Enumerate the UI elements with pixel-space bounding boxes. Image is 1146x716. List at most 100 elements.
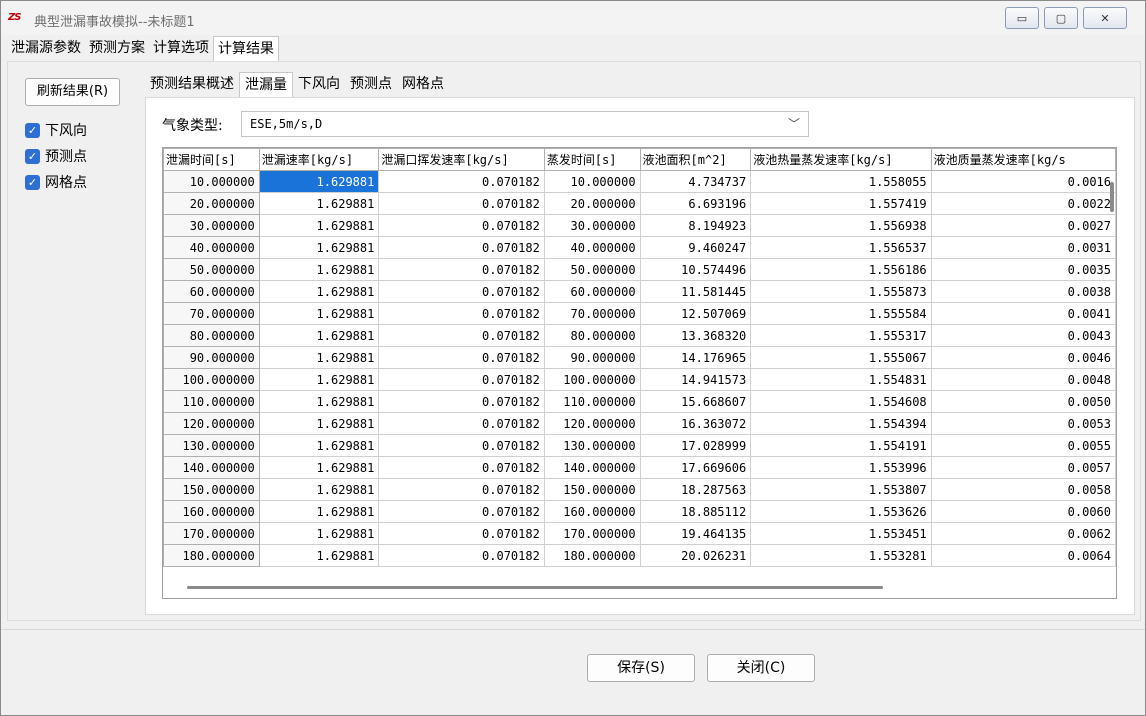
table-cell[interactable]: 1.629881 <box>258 170 380 193</box>
table-cell[interactable]: 1.555067 <box>750 346 932 369</box>
table-cell[interactable]: 0.070182 <box>378 346 545 369</box>
row-header-cell[interactable]: 120.000000 <box>163 412 260 435</box>
table-cell[interactable]: 0.0064 <box>930 544 1116 567</box>
table-cell[interactable]: 1.556537 <box>750 236 932 259</box>
table-cell[interactable]: 70.000000 <box>543 302 641 325</box>
table-cell[interactable]: 14.176965 <box>639 346 752 369</box>
vertical-scrollbar[interactable] <box>1110 182 1114 212</box>
table-row[interactable]: 20.000000 1.629881 0.070182 20.000000 6.6931… <box>163 192 1116 215</box>
table-cell[interactable]: 16.363072 <box>639 412 752 435</box>
table-cell[interactable]: 110.000000 <box>543 390 641 413</box>
table-cell[interactable]: 18.885112 <box>639 500 752 523</box>
table-cell[interactable]: 1.629881 <box>258 324 380 347</box>
table-row[interactable]: 120.000000 1.629881 0.070182 120.000000 16.3… <box>163 412 1116 435</box>
tab-calc-options[interactable]: 计算选项 <box>149 36 213 61</box>
table-cell[interactable]: 0.0041 <box>930 302 1116 325</box>
table-cell[interactable]: 1.629881 <box>258 192 380 215</box>
row-header-cell[interactable]: 130.000000 <box>163 434 260 457</box>
table-cell[interactable]: 11.581445 <box>639 280 752 303</box>
column-header[interactable]: 液池质量蒸发速率[kg/s <box>930 148 1116 171</box>
table-cell[interactable]: 14.941573 <box>639 368 752 391</box>
table-cell[interactable]: 1.629881 <box>258 280 380 303</box>
table-cell[interactable]: 6.693196 <box>639 192 752 215</box>
save-button[interactable]: 保存(S) <box>587 654 695 682</box>
table-cell[interactable]: 0.0016 <box>930 170 1116 193</box>
table-cell[interactable]: 1.629881 <box>258 302 380 325</box>
table-cell[interactable]: 1.629881 <box>258 500 380 523</box>
row-header-cell[interactable]: 10.000000 <box>163 170 260 193</box>
table-cell[interactable]: 9.460247 <box>639 236 752 259</box>
table-cell[interactable]: 0.0057 <box>930 456 1116 479</box>
table-cell[interactable]: 120.000000 <box>543 412 641 435</box>
table-cell[interactable]: 0.070182 <box>378 522 545 545</box>
tab-grid-points[interactable]: 网格点 <box>397 72 449 97</box>
row-header-cell[interactable]: 80.000000 <box>163 324 260 347</box>
table-cell[interactable]: 8.194923 <box>639 214 752 237</box>
table-row[interactable]: 60.000000 1.629881 0.070182 60.000000 11.581… <box>163 280 1116 303</box>
table-row[interactable]: 40.000000 1.629881 0.070182 40.000000 9.4602… <box>163 236 1116 259</box>
table-cell[interactable]: 1.629881 <box>258 456 380 479</box>
table-cell[interactable]: 30.000000 <box>543 214 641 237</box>
column-header[interactable]: 泄漏口挥发速率[kg/s] <box>378 148 545 171</box>
table-cell[interactable]: 80.000000 <box>543 324 641 347</box>
horizontal-scrollbar[interactable] <box>187 586 883 589</box>
table-cell[interactable]: 90.000000 <box>543 346 641 369</box>
table-cell[interactable]: 0.070182 <box>378 390 545 413</box>
table-cell[interactable]: 1.554608 <box>750 390 932 413</box>
table-cell[interactable]: 4.734737 <box>639 170 752 193</box>
table-cell[interactable]: 0.070182 <box>378 258 545 281</box>
table-cell[interactable]: 0.0050 <box>930 390 1116 413</box>
table-row[interactable]: 50.000000 1.629881 0.070182 50.000000 10.574… <box>163 258 1116 281</box>
row-header-cell[interactable]: 170.000000 <box>163 522 260 545</box>
table-cell[interactable]: 100.000000 <box>543 368 641 391</box>
table-cell[interactable]: 0.070182 <box>378 236 545 259</box>
table-row[interactable]: 70.000000 1.629881 0.070182 70.000000 12.507… <box>163 302 1116 325</box>
row-header-cell[interactable]: 30.000000 <box>163 214 260 237</box>
close-window-button[interactable]: ✕ <box>1083 7 1127 29</box>
maximize-button[interactable]: ▢ <box>1044 7 1078 29</box>
table-cell[interactable]: 0.0043 <box>930 324 1116 347</box>
table-cell[interactable]: 0.0053 <box>930 412 1116 435</box>
table-cell[interactable]: 19.464135 <box>639 522 752 545</box>
table-cell[interactable]: 1.557419 <box>750 192 932 215</box>
table-cell[interactable]: 40.000000 <box>543 236 641 259</box>
table-row[interactable]: 140.000000 1.629881 0.070182 140.000000 17.6… <box>163 456 1116 479</box>
row-header-cell[interactable]: 140.000000 <box>163 456 260 479</box>
table-row[interactable]: 180.000000 1.629881 0.070182 180.000000 20.0… <box>163 544 1116 567</box>
table-cell[interactable]: 1.629881 <box>258 214 380 237</box>
table-cell[interactable]: 0.070182 <box>378 302 545 325</box>
table-cell[interactable]: 0.0022 <box>930 192 1116 215</box>
table-row[interactable]: 10.000000 1.629881 0.070182 10.000000 4.7347… <box>163 170 1116 193</box>
table-cell[interactable]: 1.553807 <box>750 478 932 501</box>
column-header[interactable]: 蒸发时间[s] <box>543 148 641 171</box>
table-cell[interactable]: 1.553626 <box>750 500 932 523</box>
table-row[interactable]: 130.000000 1.629881 0.070182 130.000000 17.0… <box>163 434 1116 457</box>
row-header-cell[interactable]: 50.000000 <box>163 258 260 281</box>
row-header-cell[interactable]: 110.000000 <box>163 390 260 413</box>
table-cell[interactable]: 18.287563 <box>639 478 752 501</box>
table-cell[interactable]: 20.000000 <box>543 192 641 215</box>
table-cell[interactable]: 0.0046 <box>930 346 1116 369</box>
table-cell[interactable]: 20.026231 <box>639 544 752 567</box>
close-button[interactable]: 关闭(C) <box>707 654 815 682</box>
row-header-cell[interactable]: 70.000000 <box>163 302 260 325</box>
table-cell[interactable]: 1.629881 <box>258 258 380 281</box>
minimize-button[interactable]: ▭ <box>1005 7 1039 29</box>
table-cell[interactable]: 140.000000 <box>543 456 641 479</box>
tab-leak-source-params[interactable]: 泄漏源参数 <box>7 36 85 61</box>
table-cell[interactable]: 0.0058 <box>930 478 1116 501</box>
table-cell[interactable]: 0.0027 <box>930 214 1116 237</box>
table-cell[interactable]: 17.669606 <box>639 456 752 479</box>
row-header-cell[interactable]: 150.000000 <box>163 478 260 501</box>
table-cell[interactable]: 0.070182 <box>378 544 545 567</box>
tab-prediction-scheme[interactable]: 预测方案 <box>85 36 149 61</box>
table-cell[interactable]: 0.070182 <box>378 368 545 391</box>
tab-prediction-points[interactable]: 预测点 <box>345 72 397 97</box>
table-cell[interactable]: 10.000000 <box>543 170 641 193</box>
table-cell[interactable]: 0.070182 <box>378 192 545 215</box>
row-header-cell[interactable]: 100.000000 <box>163 368 260 391</box>
column-header[interactable]: 液池热量蒸发速率[kg/s] <box>750 148 932 171</box>
table-cell[interactable]: 0.070182 <box>378 478 545 501</box>
table-cell[interactable]: 50.000000 <box>543 258 641 281</box>
table-cell[interactable]: 0.070182 <box>378 324 545 347</box>
